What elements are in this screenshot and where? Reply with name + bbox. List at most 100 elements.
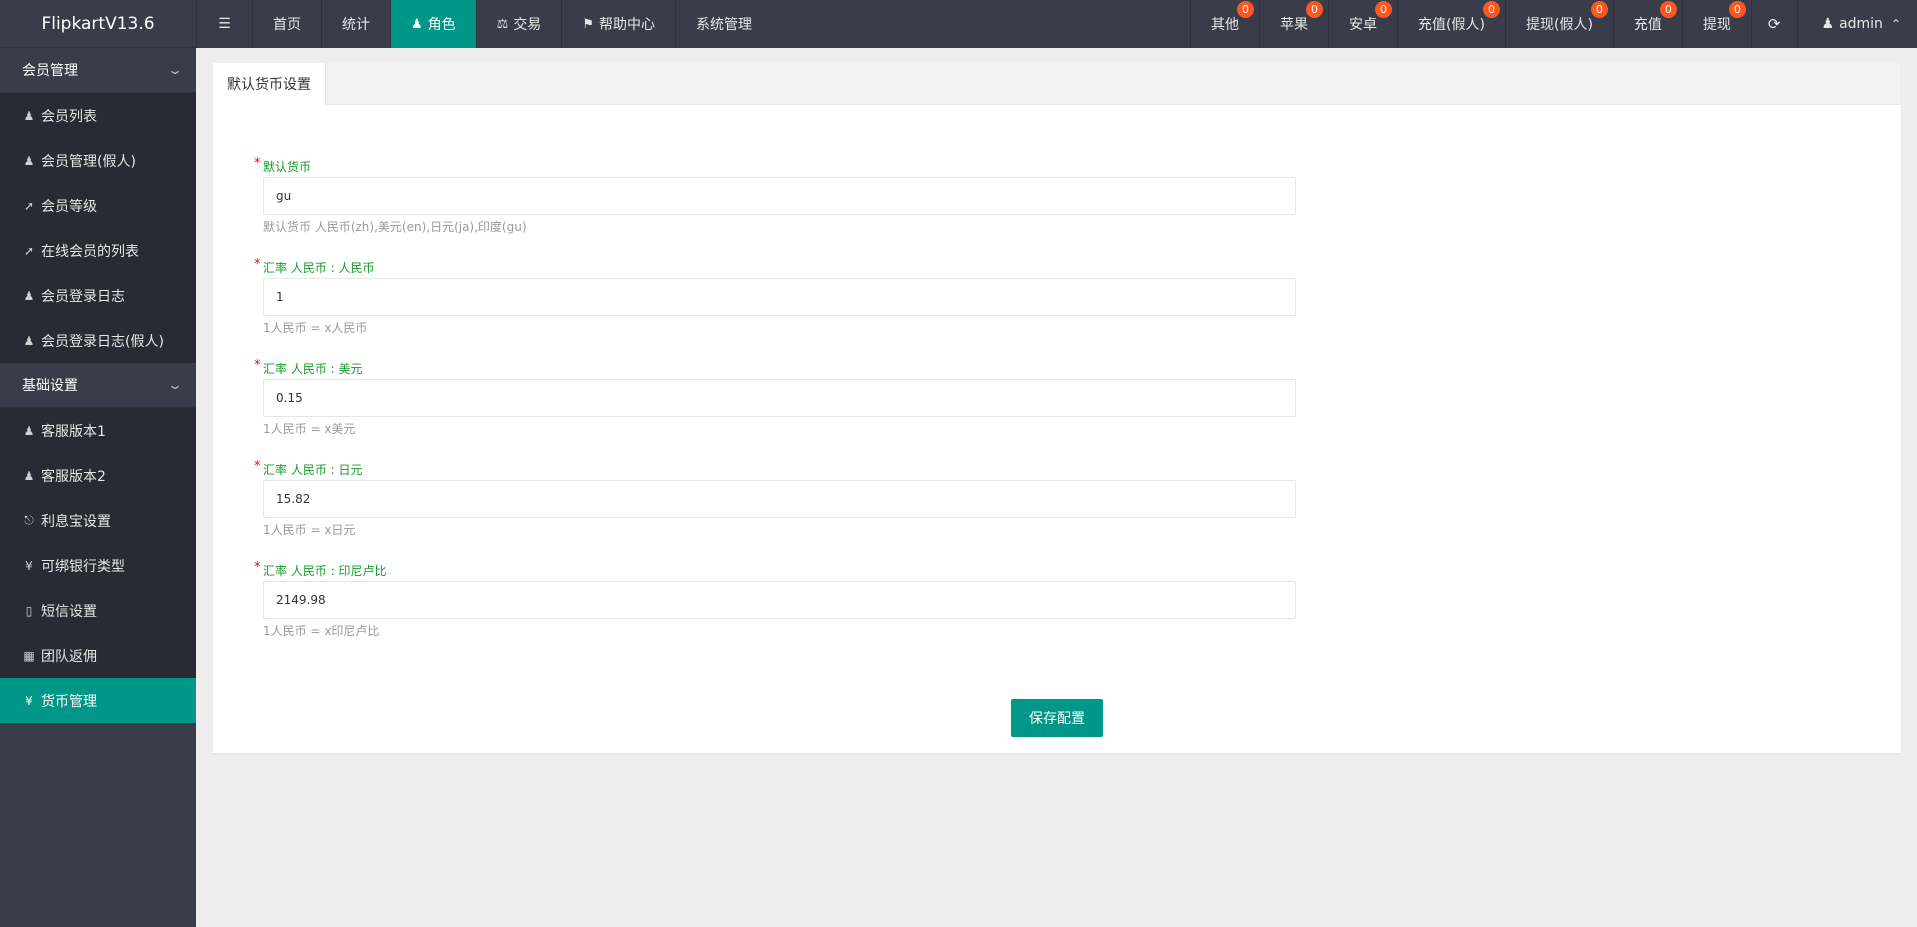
field-label-text: 汇率 人民币 : 人民币	[263, 260, 375, 275]
required-mark: *	[254, 459, 261, 474]
sidebar-item-online-members[interactable]: ➚ 在线会员的列表	[0, 228, 196, 273]
nav-withdraw-label: 提现	[1702, 17, 1731, 33]
required-mark: *	[254, 358, 261, 373]
sidebar-item-label: 会员列表	[41, 108, 97, 125]
sidebar-item-label: 会员登录日志(假人)	[41, 333, 164, 350]
nav-stats[interactable]: 统计	[321, 0, 390, 48]
sidebar-group-member[interactable]: 会员管理 ⌄	[0, 48, 196, 93]
sidebar-item-sms-settings[interactable]: ▯ 短信设置	[0, 588, 196, 633]
tab-default-currency[interactable]: 默认货币设置	[213, 63, 326, 105]
sidebar-item-team-commission[interactable]: ▦ 团队返佣	[0, 633, 196, 678]
username: admin	[1839, 16, 1883, 32]
sidebar-item-member-list[interactable]: ♟ 会员列表	[0, 93, 196, 138]
required-mark: *	[254, 560, 261, 575]
top-nav-right: 其他 0 苹果 0 安卓 0 充值(假人) 0 提现(假人) 0 充值 0 提现 0 ⟳ ♟ …	[1190, 0, 1917, 48]
nav-recharge-fake-label: 充值(假人)	[1418, 17, 1485, 33]
nav-system[interactable]: 系统管理	[674, 0, 772, 48]
notification-badge: 0	[1659, 1, 1677, 18]
sidebar-group-basic-settings[interactable]: 基础设置 ⌄	[0, 363, 196, 408]
field-label: * 汇率 人民币 : 人民币	[253, 256, 1308, 278]
nav-role[interactable]: ♟ 角色	[390, 0, 476, 48]
user-icon: ♟	[23, 153, 35, 168]
nav-withdraw-fake-label: 提现(假人)	[1525, 17, 1593, 33]
sidebar-item-label: 短信设置	[41, 603, 97, 620]
field-label: * 默认货币	[253, 155, 1308, 177]
refresh-icon: ⟳	[1767, 15, 1781, 33]
nav-recharge-fake[interactable]: 充值(假人) 0	[1397, 0, 1505, 48]
nav-apple[interactable]: 苹果 0	[1259, 0, 1328, 48]
notification-badge: 0	[1306, 1, 1324, 18]
nav-stats-label: 统计	[342, 17, 370, 33]
notification-badge: 0	[1590, 1, 1608, 18]
field-hint: 1人民币 = x日元	[263, 523, 356, 537]
nav-home-label: 首页	[273, 17, 301, 33]
user-menu[interactable]: ♟ admin ⌃	[1796, 0, 1917, 48]
rate-cny-cny-input[interactable]	[263, 278, 1296, 316]
nav-home[interactable]: 首页	[252, 0, 321, 48]
save-config-button[interactable]: 保存配置	[1011, 699, 1103, 737]
user-icon: ♟	[1821, 16, 1835, 32]
rate-cny-idr-input[interactable]	[263, 581, 1296, 619]
nav-help-label: 帮助中心	[598, 17, 655, 33]
chevron-down-icon: ⌄	[166, 63, 184, 77]
grid-icon: ▦	[23, 648, 35, 663]
user-icon: ♟	[23, 108, 35, 123]
scale-icon: ⚖	[496, 16, 509, 32]
sidebar-item-login-log-fake[interactable]: ♟ 会员登录日志(假人)	[0, 318, 196, 363]
nav-recharge-label: 充值	[1633, 17, 1662, 33]
rocket-icon: ➚	[23, 198, 35, 213]
sidebar-item-label: 货币管理	[41, 693, 97, 710]
nav-other[interactable]: 其他 0	[1190, 0, 1259, 48]
lock-icon: ⎋	[24, 513, 34, 527]
sidebar-item-label: 客服版本2	[41, 468, 106, 485]
nav-android[interactable]: 安卓 0	[1328, 0, 1397, 48]
nav-recharge[interactable]: 充值 0	[1612, 0, 1682, 48]
refresh-button[interactable]: ⟳	[1750, 0, 1797, 48]
sidebar-item-login-log[interactable]: ♟ 会员登录日志	[0, 273, 196, 318]
field-label: * 汇率 人民币 : 印尼卢比	[253, 559, 1308, 581]
field-default-currency: *默认货币 默认货币 人民币(zh),美元(en),日元(ja),印度(gu)	[253, 155, 1308, 238]
field-label: * 汇率 人民币 : 美元	[253, 357, 1308, 379]
sidebar-group-label: 基础设置	[22, 378, 78, 394]
nav-withdraw-fake[interactable]: 提现(假人) 0	[1504, 0, 1613, 48]
field-rate-cny-usd: *汇率 人民币 : 美元 1人民币 = x美元	[253, 357, 1308, 440]
notification-badge: 0	[1482, 1, 1500, 18]
top-header: FlipkartV13.6 ☰ 首页 统计 ♟ 角色 ⚖ 交易 ⚑ 帮助中心 系…	[0, 0, 1917, 48]
nav-help[interactable]: ⚑ 帮助中心	[561, 0, 675, 48]
sidebar-item-support-v2[interactable]: ♟ 客服版本2	[0, 453, 196, 498]
sidebar-item-member-fake[interactable]: ♟ 会员管理(假人)	[0, 138, 196, 183]
sidebar-item-label: 客服版本1	[41, 423, 106, 440]
sidebar-item-label: 会员管理(假人)	[41, 153, 136, 170]
sidebar-item-currency-management[interactable]: ¥ 货币管理	[0, 678, 196, 723]
menu-icon: ☰	[218, 16, 231, 32]
sidebar-item-member-level[interactable]: ➚ 会员等级	[0, 183, 196, 228]
flag-icon: ⚑	[582, 16, 594, 32]
rate-cny-jpy-input[interactable]	[263, 480, 1296, 518]
nav-trade[interactable]: ⚖ 交易	[475, 0, 562, 48]
default-currency-input[interactable]	[263, 177, 1296, 215]
notification-badge: 0	[1728, 1, 1746, 18]
sidebar-item-bank-types[interactable]: ¥ 可绑银行类型	[0, 543, 196, 588]
field-rate-cny-cny: *汇率 人民币 : 人民币 1人民币 = x人民币	[253, 256, 1308, 339]
field-rate-cny-jpy: *汇率 人民币 : 日元 1人民币 = x日元	[253, 458, 1308, 541]
nav-role-label: 角色	[427, 17, 456, 33]
notification-badge: 0	[1237, 1, 1255, 18]
sidebar-item-support-v1[interactable]: ♟ 客服版本1	[0, 408, 196, 453]
sidebar-toggle-button[interactable]: ☰	[196, 0, 252, 48]
user-icon: ♟	[23, 333, 35, 348]
app-logo[interactable]: FlipkartV13.6	[0, 0, 196, 48]
field-label-text: 汇率 人民币 : 日元	[263, 462, 363, 477]
rate-cny-usd-input[interactable]	[263, 379, 1296, 417]
sidebar-item-label: 会员等级	[41, 198, 97, 215]
sidebar-item-label: 可绑银行类型	[41, 558, 125, 575]
field-label-text: 默认货币	[263, 159, 312, 174]
yen-icon: ¥	[25, 693, 33, 708]
required-mark: *	[254, 257, 261, 272]
nav-apple-label: 苹果	[1280, 17, 1309, 33]
field-label: * 汇率 人民币 : 日元	[253, 458, 1308, 480]
sidebar-item-interest-settings[interactable]: ⎋ 利息宝设置	[0, 498, 196, 543]
nav-withdraw[interactable]: 提现 0	[1681, 0, 1751, 48]
notification-badge: 0	[1375, 1, 1393, 18]
field-hint: 1人民币 = x美元	[263, 422, 356, 436]
chevron-down-icon: ⌄	[166, 378, 184, 392]
